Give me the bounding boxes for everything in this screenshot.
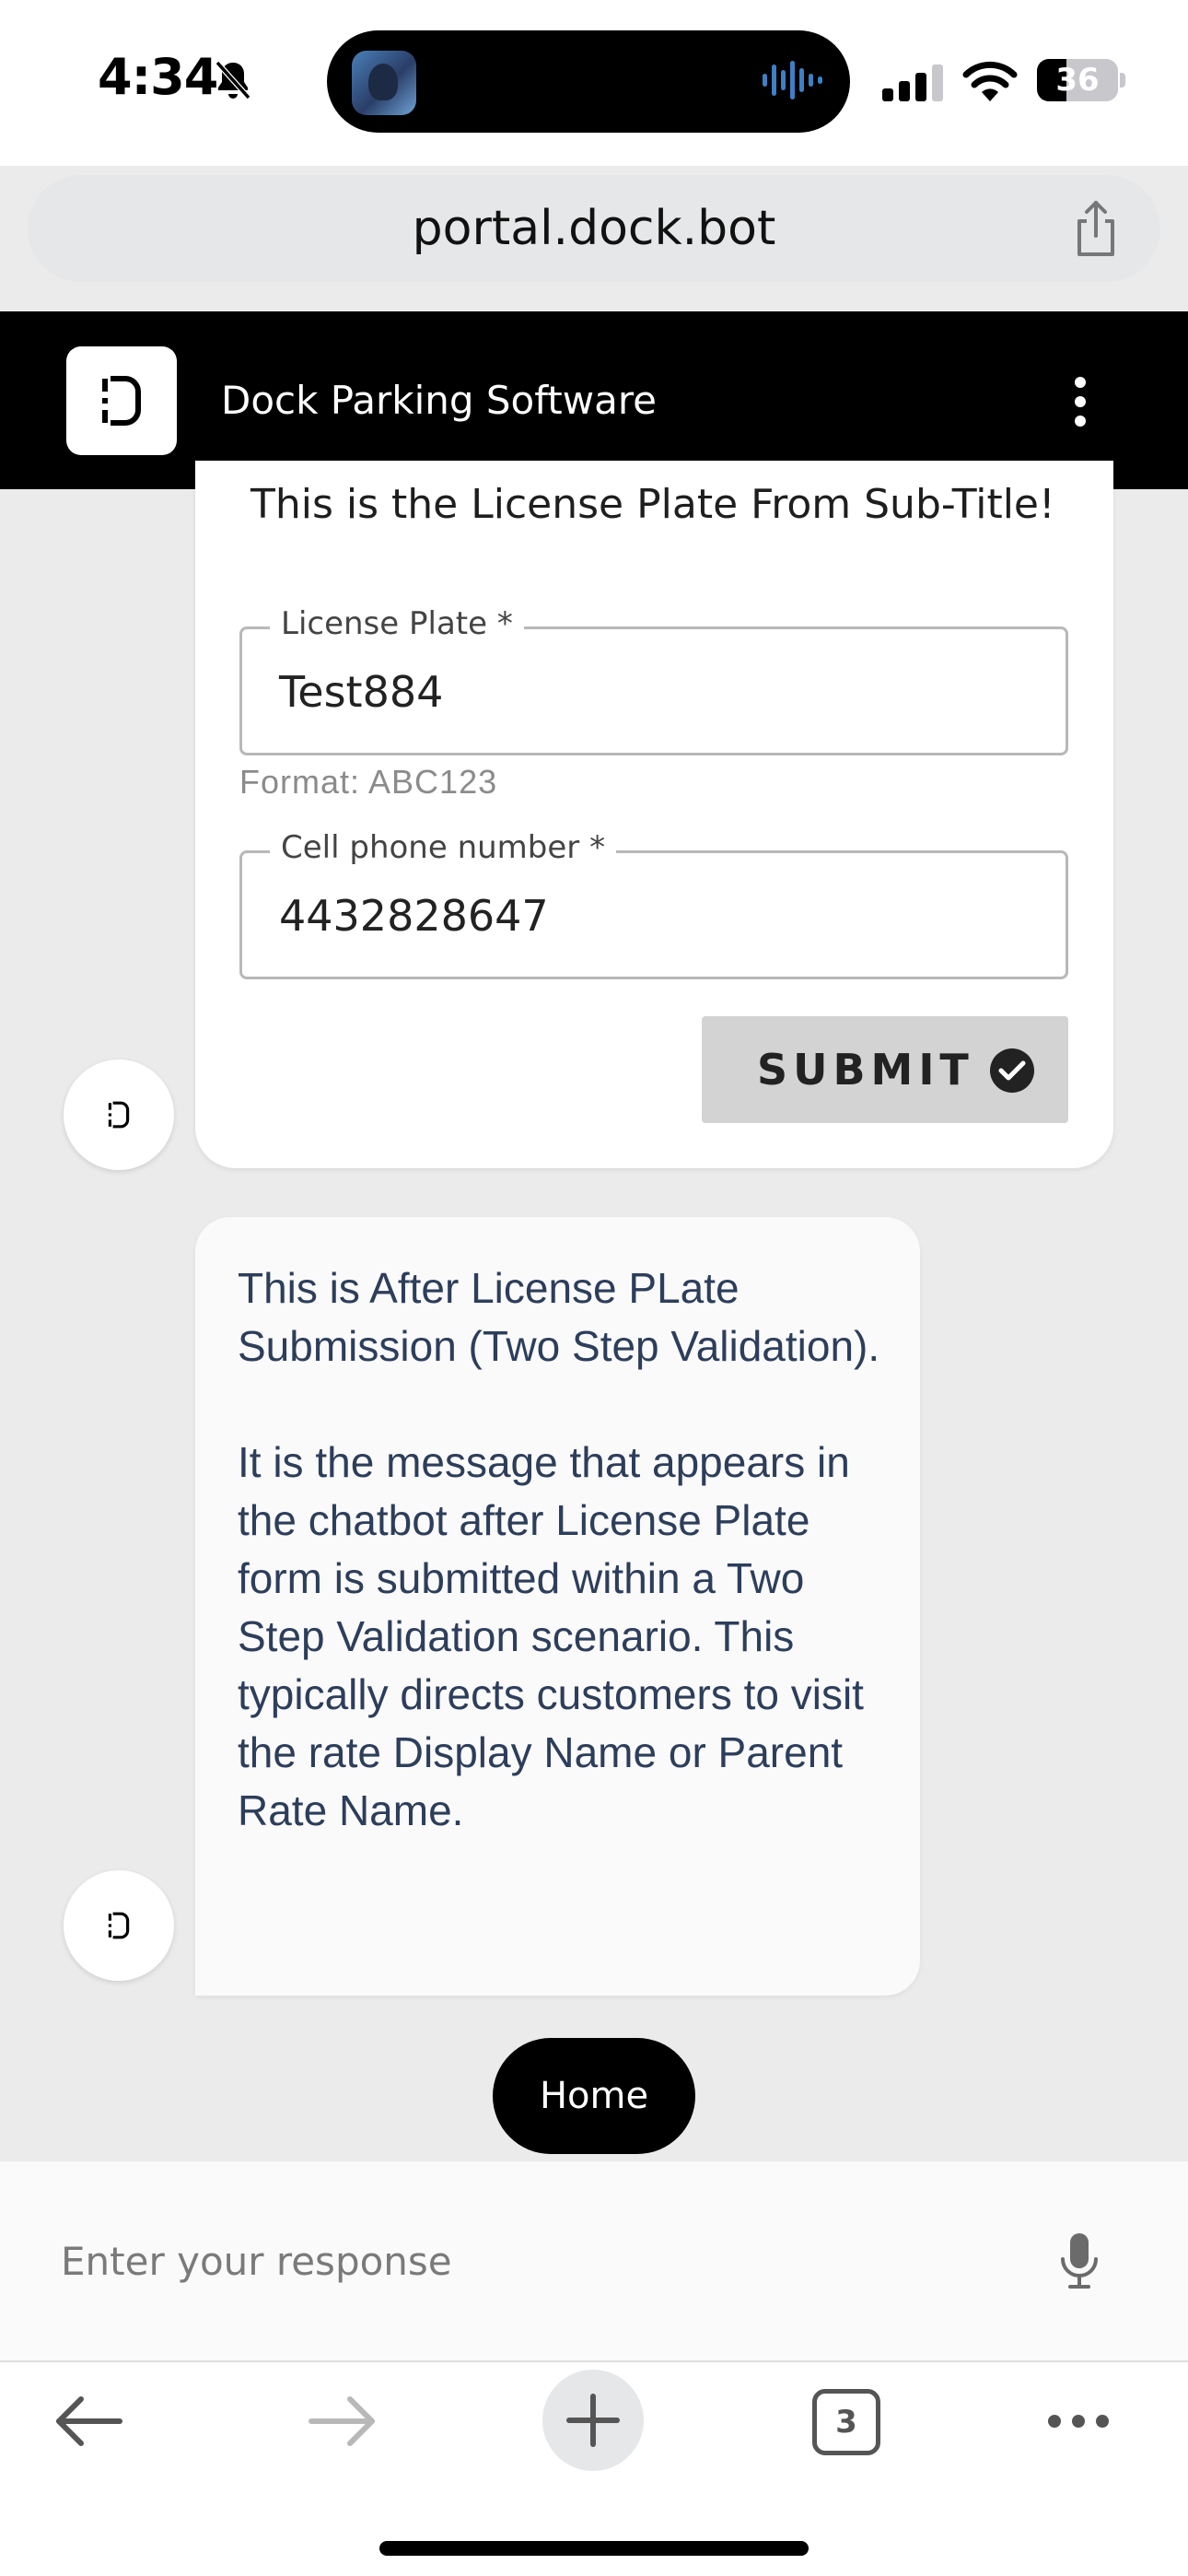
waveform-icon [763, 61, 822, 100]
kebab-menu-icon[interactable] [1068, 376, 1092, 427]
check-circle-icon [990, 1048, 1034, 1093]
dock-logo-icon [108, 1101, 130, 1129]
mic-icon[interactable] [1059, 2231, 1100, 2290]
new-tab-button[interactable] [542, 2370, 644, 2471]
dock-logo[interactable] [66, 346, 177, 455]
bell-off-icon [215, 60, 251, 100]
dock-logo-icon [102, 376, 141, 426]
address-bar[interactable]: portal.dock.bot [28, 175, 1160, 282]
now-playing-avatar [352, 51, 416, 115]
tabs-icon[interactable]: 3 [812, 2389, 880, 2455]
signal-icon [882, 64, 943, 101]
cell-phone-value: 4432828647 [279, 891, 549, 941]
bot-message-bubble: This is After License PLate Submission (… [195, 1217, 920, 1996]
submit-label: SUBMIT [757, 1045, 974, 1095]
license-plate-form-card: This is the License Plate From Sub-Title… [195, 461, 1113, 1168]
share-icon[interactable] [1065, 197, 1127, 260]
plus-icon [566, 2394, 620, 2447]
dock-logo-icon [108, 1912, 130, 1939]
home-quick-reply-button[interactable]: Home [493, 2038, 695, 2154]
bot-message-text: This is After License PLate Submission (… [238, 1259, 891, 1840]
battery-level: 36 [1055, 62, 1100, 99]
forward-arrow-icon[interactable] [308, 2395, 378, 2447]
wifi-icon [962, 61, 1018, 101]
message-paragraph: It is the message that appears in the ch… [238, 1438, 864, 1834]
home-indicator [379, 2541, 809, 2556]
license-plate-value: Test884 [279, 667, 444, 717]
message-paragraph: This is After License PLate Submission (… [238, 1264, 880, 1370]
cell-phone-field[interactable]: Cell phone number * 4432828647 [239, 829, 1068, 979]
back-arrow-icon[interactable] [53, 2395, 123, 2447]
battery-icon: 36 [1037, 59, 1125, 101]
response-input[interactable] [61, 2207, 1028, 2314]
license-plate-format-hint: Format: ABC123 [239, 763, 498, 801]
submit-button[interactable]: SUBMIT [702, 1016, 1068, 1123]
bot-avatar [64, 1060, 174, 1170]
composer-bar [0, 2161, 1188, 2360]
form-subtitle: This is the License Plate From Sub-Title… [250, 481, 1055, 528]
bot-avatar [64, 1870, 174, 1981]
url-text: portal.dock.bot [412, 201, 776, 256]
status-time: 4:34 [98, 48, 218, 106]
more-icon[interactable] [1046, 2412, 1111, 2430]
license-plate-field[interactable]: License Plate * Test884 [239, 605, 1068, 755]
